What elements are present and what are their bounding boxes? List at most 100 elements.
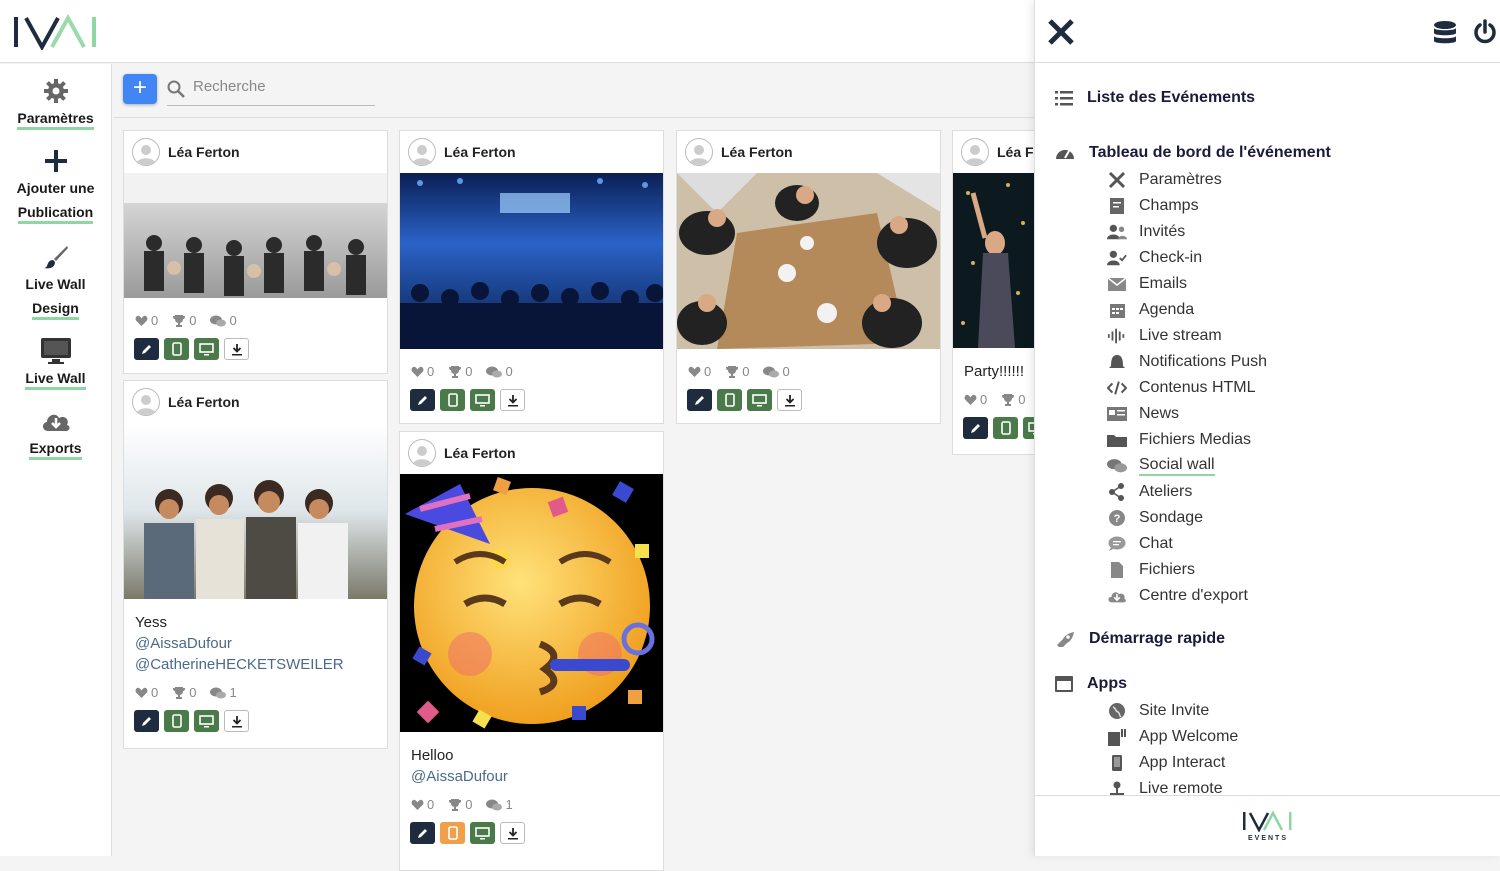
edit-button[interactable] xyxy=(134,338,159,360)
menu-item-contenus-html[interactable]: Contenus HTML xyxy=(1107,377,1256,399)
close-icon[interactable] xyxy=(1047,18,1075,51)
section-events-list[interactable]: Liste des Evénements xyxy=(1055,89,1255,107)
post-author[interactable]: Léa Ferton xyxy=(168,144,240,160)
mobile-toggle-button[interactable] xyxy=(440,822,465,844)
comment-count[interactable]: 0 xyxy=(210,313,237,328)
mobile-toggle-button[interactable] xyxy=(440,389,465,411)
post-author[interactable]: Léa Ferton xyxy=(444,144,516,160)
avatar[interactable] xyxy=(408,138,436,166)
edit-button[interactable] xyxy=(687,389,712,411)
menu-item-centre-export[interactable]: Centre d'export xyxy=(1107,585,1248,607)
like-count[interactable]: 0 xyxy=(411,797,434,812)
comment-count[interactable]: 1 xyxy=(210,685,237,700)
comment-count[interactable]: 1 xyxy=(486,797,513,812)
power-icon[interactable] xyxy=(1472,19,1498,50)
menu-item-site-invite[interactable]: Site Invite xyxy=(1107,700,1209,722)
post-image[interactable] xyxy=(124,173,387,303)
comment-count[interactable]: 0 xyxy=(486,364,513,379)
menu-item-emails[interactable]: Emails xyxy=(1107,273,1187,295)
sidebar-item-parametres[interactable]: Paramètres xyxy=(0,76,111,130)
avatar[interactable] xyxy=(132,388,160,416)
edit-button[interactable] xyxy=(410,822,435,844)
menu-item-invites[interactable]: Invités xyxy=(1107,221,1185,243)
menu-item-champs[interactable]: Champs xyxy=(1107,195,1199,217)
search-input[interactable] xyxy=(193,78,373,95)
avatar[interactable] xyxy=(961,138,989,166)
like-count[interactable]: 0 xyxy=(135,313,158,328)
screen-toggle-button[interactable] xyxy=(194,710,219,732)
download-button[interactable] xyxy=(500,389,525,411)
avatar[interactable] xyxy=(685,138,713,166)
mobile-toggle-button[interactable] xyxy=(717,389,742,411)
post-author[interactable]: Léa Ferton xyxy=(444,445,516,461)
download-button[interactable] xyxy=(777,389,802,411)
sidebar-item-live-wall-design[interactable]: Live Wall Design xyxy=(0,242,111,320)
menu-item-fichiers-medias[interactable]: Fichiers Medias xyxy=(1107,429,1251,451)
edit-button[interactable] xyxy=(410,389,435,411)
trophy-count[interactable]: 0 xyxy=(172,313,196,328)
menu-item-news[interactable]: News xyxy=(1107,403,1179,425)
menu-item-chat[interactable]: Chat xyxy=(1107,533,1173,555)
post-card[interactable]: Léa Ferton Helloo @AissaDufour 0 0 1 xyxy=(399,431,664,871)
post-image[interactable] xyxy=(677,173,940,354)
like-count[interactable]: 0 xyxy=(964,392,987,407)
post-image[interactable] xyxy=(400,173,663,354)
download-button[interactable] xyxy=(224,338,249,360)
menu-item-live-stream[interactable]: Live stream xyxy=(1107,325,1222,347)
trophy-count[interactable]: 0 xyxy=(448,364,472,379)
avatar[interactable] xyxy=(408,439,436,467)
like-count[interactable]: 0 xyxy=(688,364,711,379)
edit-button[interactable] xyxy=(963,417,988,439)
like-count[interactable]: 0 xyxy=(135,685,158,700)
edit-button[interactable] xyxy=(134,710,159,732)
menu-item-fichiers[interactable]: Fichiers xyxy=(1107,559,1195,581)
section-apps[interactable]: Apps xyxy=(1055,675,1127,693)
trophy-count[interactable]: 0 xyxy=(172,685,196,700)
trophy-count[interactable]: 0 xyxy=(1001,392,1025,407)
trophy-count[interactable]: 0 xyxy=(448,797,472,812)
menu-item-checkin[interactable]: Check-in xyxy=(1107,247,1202,269)
mention-link[interactable]: @AissaDufour xyxy=(411,766,652,787)
post-image[interactable] xyxy=(124,423,387,604)
section-dashboard[interactable]: Tableau de bord de l'événement xyxy=(1055,144,1331,162)
avatar[interactable] xyxy=(132,138,160,166)
database-icon[interactable] xyxy=(1433,20,1457,51)
post-author[interactable]: Léa Ferton xyxy=(168,394,240,410)
screen-toggle-button[interactable] xyxy=(470,822,495,844)
like-count[interactable]: 0 xyxy=(411,364,434,379)
section-quickstart[interactable]: Démarrage rapide xyxy=(1055,630,1225,648)
menu-item-notifications-push[interactable]: Notifications Push xyxy=(1107,351,1267,373)
post-card[interactable]: Léa Ferton 0 0 0 xyxy=(123,130,388,374)
sidebar-item-add-publication[interactable]: Ajouter une Publication xyxy=(0,146,111,224)
screen-toggle-button[interactable] xyxy=(747,389,772,411)
screen-toggle-button[interactable] xyxy=(194,338,219,360)
mobile-toggle-button[interactable] xyxy=(164,710,189,732)
screen-toggle-button[interactable] xyxy=(470,389,495,411)
download-button[interactable] xyxy=(500,822,525,844)
menu-item-app-interact[interactable]: App Interact xyxy=(1107,752,1225,774)
post-author[interactable]: Léa Ferton xyxy=(721,144,793,160)
post-card[interactable]: Léa Ferton 0 0 0 xyxy=(676,130,941,424)
menu-item-social-wall[interactable]: Social wall xyxy=(1107,455,1215,477)
mention-link[interactable]: @CatherineHECKETSWEILER xyxy=(135,654,376,675)
sidebar-item-exports[interactable]: Exports xyxy=(0,406,111,460)
menu-item-sondage[interactable]: ? Sondage xyxy=(1107,507,1203,529)
mobile-toggle-button[interactable] xyxy=(993,417,1018,439)
heart-icon xyxy=(688,366,701,377)
menu-item-ateliers[interactable]: Ateliers xyxy=(1107,481,1192,503)
menu-item-app-welcome[interactable]: App Welcome xyxy=(1107,726,1238,748)
mention-link[interactable]: @AissaDufour xyxy=(135,633,376,654)
menu-item-agenda[interactable]: Agenda xyxy=(1107,299,1194,321)
menu-item-live-remote[interactable]: Live remote xyxy=(1107,778,1223,795)
download-button[interactable] xyxy=(224,710,249,732)
mobile-toggle-button[interactable] xyxy=(164,338,189,360)
post-card[interactable]: Léa Ferton 0 0 0 xyxy=(399,130,664,424)
comment-count[interactable]: 0 xyxy=(763,364,790,379)
sidebar-item-live-wall[interactable]: Live Wall xyxy=(0,336,111,390)
post-image[interactable] xyxy=(400,474,663,737)
menu-item-parametres[interactable]: Paramètres xyxy=(1107,169,1222,191)
add-post-button[interactable]: + xyxy=(123,74,157,104)
app-logo[interactable] xyxy=(12,13,98,55)
trophy-count[interactable]: 0 xyxy=(725,364,749,379)
post-card[interactable]: Léa Ferton Yess @AissaDufour @CatherineH… xyxy=(123,380,388,749)
